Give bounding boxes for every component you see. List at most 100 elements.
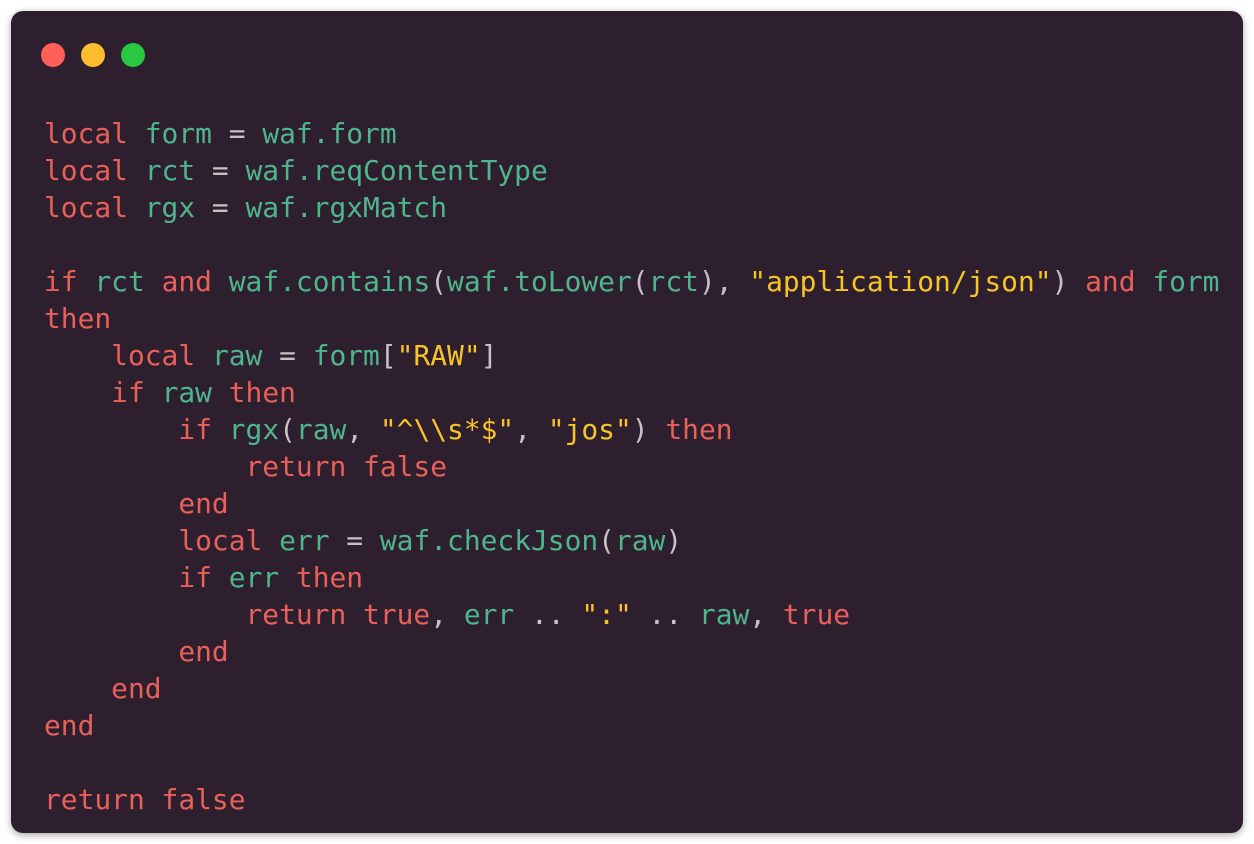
punctuation-token: ,	[514, 413, 548, 446]
minimize-button[interactable]	[81, 43, 105, 67]
code-line: local form = waf.form	[44, 115, 1219, 152]
identifier-token: err	[463, 598, 515, 631]
identifier-token: raw	[211, 339, 263, 372]
punctuation-token: =	[329, 524, 380, 557]
identifier-token: waf.reqContentType	[245, 154, 548, 187]
identifier-token: rct	[648, 265, 699, 298]
code-line: end	[44, 707, 1219, 744]
keyword-token: local	[44, 117, 128, 150]
keyword-token: true	[363, 598, 431, 631]
code-line: if raw then	[44, 374, 1219, 411]
punctuation-token	[44, 524, 178, 557]
punctuation-token: ),	[698, 265, 750, 298]
code-line: return false	[44, 448, 1219, 485]
punctuation-token: =	[262, 339, 313, 372]
maximize-button[interactable]	[121, 43, 145, 67]
punctuation-token	[212, 265, 229, 298]
punctuation-token: =	[211, 117, 263, 150]
identifier-token: waf.toLower	[447, 265, 632, 298]
punctuation-token	[44, 561, 178, 594]
punctuation-token	[78, 265, 95, 298]
punctuation-token	[346, 450, 363, 483]
punctuation-token: [	[379, 339, 397, 372]
punctuation-token: ,	[346, 413, 380, 446]
punctuation-token: (	[279, 413, 296, 446]
keyword-token: if	[178, 413, 212, 446]
identifier-token: err	[279, 524, 330, 557]
identifier-token: form	[1152, 265, 1220, 298]
punctuation-token	[212, 376, 229, 409]
identifier-token: err	[228, 561, 280, 594]
identifier-token: raw	[698, 598, 750, 631]
punctuation-token	[44, 672, 111, 705]
keyword-token: if	[111, 376, 145, 409]
identifier-token: rct	[144, 154, 196, 187]
punctuation-token: =	[195, 191, 246, 224]
punctuation-token	[44, 487, 178, 520]
punctuation-token: (	[631, 265, 649, 298]
keyword-token: local	[44, 191, 128, 224]
string-token: "application/json"	[749, 265, 1052, 298]
keyword-token: local	[44, 154, 128, 187]
code-line: local rct = waf.reqContentType	[44, 152, 1219, 189]
identifier-token: rgx	[228, 413, 280, 446]
keyword-token: false	[363, 450, 448, 483]
identifier-token: waf.form	[262, 117, 397, 150]
string-token: "RAW"	[396, 339, 481, 372]
punctuation-token	[128, 154, 145, 187]
punctuation-token	[44, 635, 178, 668]
code-line: return false	[44, 781, 1219, 818]
string-token: "jos"	[547, 413, 632, 446]
punctuation-token	[195, 339, 212, 372]
punctuation-token: ]	[480, 339, 498, 372]
close-button[interactable]	[41, 43, 65, 67]
keyword-token: end	[111, 672, 162, 705]
punctuation-token: )	[631, 413, 666, 446]
punctuation-token: =	[195, 154, 246, 187]
punctuation-token	[145, 783, 162, 816]
keyword-token: then	[228, 376, 296, 409]
punctuation-token	[145, 265, 162, 298]
keyword-token: return	[245, 598, 347, 631]
keyword-token: then	[295, 561, 364, 594]
punctuation-token	[212, 413, 229, 446]
identifier-token: waf.rgxMatch	[245, 191, 448, 224]
identifier-token: raw	[295, 413, 347, 446]
identifier-token: raw	[161, 376, 212, 409]
punctuation-token	[44, 598, 246, 631]
code-line: then	[44, 300, 1219, 337]
keyword-token: end	[44, 709, 95, 742]
identifier-token: form	[312, 339, 380, 372]
keyword-token: true	[782, 598, 851, 631]
keyword-token: return	[44, 783, 145, 816]
punctuation-token: )	[665, 524, 683, 557]
code-block: local form = waf.form local rct = waf.req…	[44, 115, 1219, 818]
identifier-token: waf.contains	[228, 265, 431, 298]
punctuation-token	[44, 376, 111, 409]
code-line: local rgx = waf.rgxMatch	[44, 189, 1219, 226]
punctuation-token: ..	[514, 598, 582, 631]
punctuation-token: (	[430, 265, 448, 298]
string-token: "^\\s*$"	[379, 413, 515, 446]
identifier-token: rct	[94, 265, 145, 298]
punctuation-token	[145, 376, 162, 409]
punctuation-token: ,	[749, 598, 783, 631]
punctuation-token	[1136, 265, 1153, 298]
keyword-token: then	[44, 302, 112, 335]
identifier-token: raw	[614, 524, 666, 557]
punctuation-token: (	[598, 524, 615, 557]
punctuation-token: ,	[430, 598, 464, 631]
punctuation-token	[262, 524, 279, 557]
keyword-token: end	[178, 487, 229, 520]
keyword-token: if	[44, 265, 78, 298]
punctuation-token	[346, 598, 363, 631]
code-line: return true, err .. ":" .. raw, true	[44, 596, 1219, 633]
keyword-token: false	[161, 783, 246, 816]
punctuation-token	[128, 191, 145, 224]
identifier-token: form	[144, 117, 212, 150]
keyword-token: then	[665, 413, 733, 446]
punctuation-token	[44, 413, 178, 446]
code-line: local raw = form["RAW"]	[44, 337, 1219, 374]
code-line: local err = waf.checkJson(raw)	[44, 522, 1219, 559]
